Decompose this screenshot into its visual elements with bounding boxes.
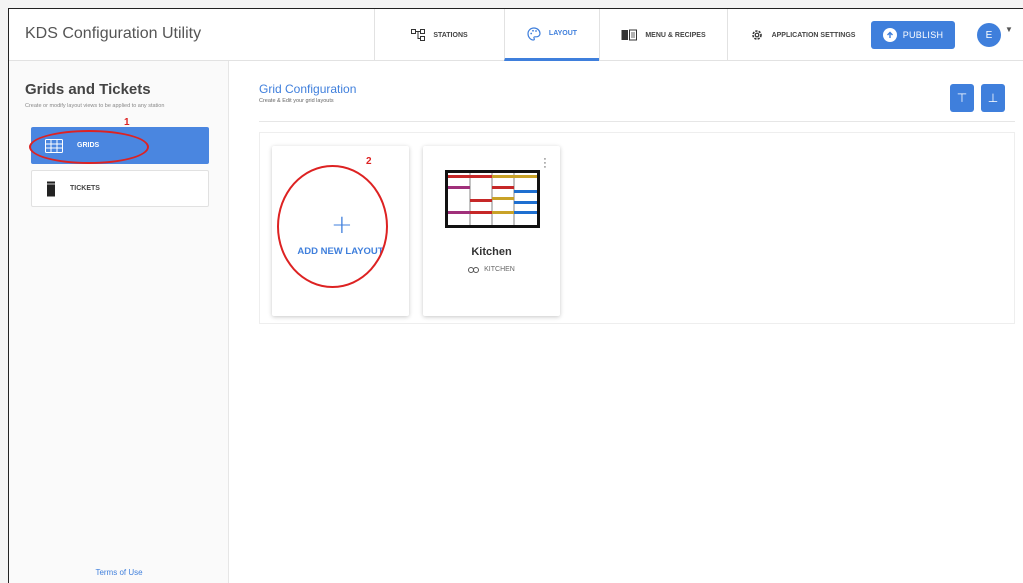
sidebar-item-grids[interactable]: GRIDS [31, 127, 209, 164]
layout-station-label: KITCHEN [484, 266, 515, 273]
stations-icon [411, 29, 426, 41]
nav-tab-label: LAYOUT [548, 30, 578, 37]
chevron-down-icon[interactable]: ▼ [1005, 25, 1013, 34]
main-nav: STATIONS LAYOUT MENU & RECIPES APPLICATI… [374, 9, 877, 61]
layout-card-kitchen[interactable]: · · · Kitchen KITCHEN [423, 146, 560, 316]
ticket-icon [47, 181, 55, 196]
palette-icon [527, 26, 541, 41]
link-icon [468, 266, 480, 273]
main-content: Grid Configuration Create & Edit your gr… [229, 61, 1023, 583]
sidebar-item-label: TICKETS [70, 185, 100, 192]
page-subtitle: Create & Edit your grid layouts [259, 98, 334, 104]
kebab-menu-icon[interactable]: · · · [542, 154, 548, 173]
annotation-number-1: 1 [124, 117, 130, 128]
gear-icon [751, 30, 762, 40]
sidebar-title: Grids and Tickets [25, 81, 151, 98]
sidebar-subtitle: Create or modify layout views to be appl… [25, 103, 165, 109]
nav-tab-stations[interactable]: STATIONS [374, 9, 504, 61]
sidebar-item-tickets[interactable]: TICKETS [31, 170, 209, 207]
publish-button[interactable]: PUBLISH [871, 21, 955, 49]
avatar[interactable]: E [977, 23, 1001, 47]
nav-tab-layout[interactable]: LAYOUT [504, 9, 599, 61]
nav-tab-menu-recipes[interactable]: MENU & RECIPES [599, 9, 727, 61]
terms-of-use-link[interactable]: Terms of Use [9, 568, 229, 577]
upload-button[interactable]: ⊤ [950, 84, 974, 112]
app-window: KDS Configuration Utility STATIONS LAYOU… [8, 8, 1023, 583]
add-new-layout-card[interactable]: + ADD NEW LAYOUT [272, 146, 409, 316]
annotation-number-2: 2 [366, 156, 372, 167]
sidebar: Grids and Tickets Create or modify layou… [9, 61, 229, 583]
nav-tab-label: MENU & RECIPES [645, 31, 706, 39]
download-button[interactable]: ⊥ [981, 84, 1005, 112]
grid-icon [45, 138, 63, 153]
add-new-layout-label: ADD NEW LAYOUT [297, 246, 384, 257]
nav-tab-label: APPLICATION SETTINGS [771, 31, 856, 39]
layouts-panel: + ADD NEW LAYOUT · · · Kitchen KITCHEN 2 [259, 132, 1015, 324]
header-divider [259, 121, 1015, 122]
publish-label: PUBLISH [902, 30, 944, 40]
sidebar-item-label: GRIDS [77, 142, 100, 149]
nav-tab-label: STATIONS [433, 31, 468, 39]
app-title: KDS Configuration Utility [25, 25, 202, 42]
plus-icon: + [331, 210, 353, 240]
layout-name: Kitchen [471, 246, 512, 258]
top-bar: KDS Configuration Utility STATIONS LAYOU… [9, 9, 1023, 61]
upload-circle-icon [882, 28, 897, 42]
layout-station: KITCHEN [423, 266, 560, 273]
layout-thumbnail [445, 170, 540, 228]
page-title: Grid Configuration [259, 82, 357, 96]
nav-tab-application-settings[interactable]: APPLICATION SETTINGS [727, 9, 877, 61]
book-icon [621, 29, 638, 41]
